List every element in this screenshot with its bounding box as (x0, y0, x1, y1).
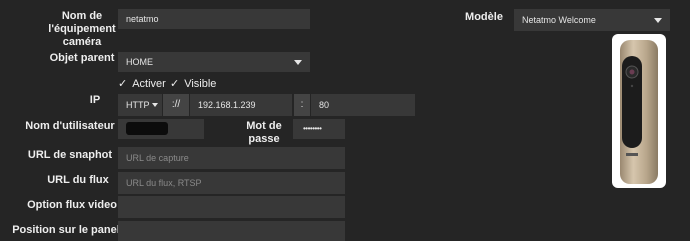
parent-object-label: Objet parent (49, 52, 115, 64)
device-name-label: Nom de l'équipement caméra (48, 10, 116, 48)
redaction-mark (126, 122, 168, 135)
camera-image (612, 34, 666, 188)
check-icon: ✓ (118, 77, 128, 90)
activate-label: Activer (132, 78, 166, 90)
ip-label: IP (89, 94, 101, 106)
ip-protocol-select[interactable]: HTTP (118, 94, 162, 116)
model-select[interactable]: Netatmo Welcome (514, 9, 670, 31)
stream-url-input[interactable]: URL du flux, RTSP (118, 172, 345, 194)
ip-port-input[interactable]: 80 (311, 94, 415, 116)
password-label: Mot de passe (246, 120, 282, 145)
ip-protocol-value: HTTP (126, 100, 150, 110)
chevron-down-icon (294, 60, 302, 65)
device-name-input[interactable]: netatmo (118, 9, 310, 29)
activate-checkbox[interactable]: ✓ Activer (118, 77, 166, 91)
stream-option-input[interactable] (118, 196, 345, 218)
ip-port-separator: : (294, 94, 310, 116)
model-value: Netatmo Welcome (522, 15, 596, 25)
ip-protocol-separator: :// (163, 94, 189, 116)
snapshot-url-input[interactable]: URL de capture (118, 147, 345, 169)
chevron-down-icon (152, 103, 158, 107)
parent-object-value: HOME (126, 57, 153, 67)
panel-position-label: Position sur le panel (12, 224, 120, 236)
snapshot-url-label: URL de snaphot (27, 149, 113, 161)
chevron-down-icon (654, 18, 662, 23)
visible-checkbox[interactable]: ✓ Visible (170, 77, 216, 91)
check-icon: ✓ (170, 77, 180, 90)
username-label: Nom d'utilisateur (25, 120, 115, 132)
visible-label: Visible (184, 78, 217, 90)
stream-option-label: Option flux video (27, 199, 117, 211)
password-input[interactable]: •••••••• (293, 119, 345, 139)
stream-url-label: URL du flux (47, 174, 109, 186)
ip-address-input[interactable]: 192.168.1.239 (190, 94, 292, 116)
parent-object-select[interactable]: HOME (118, 52, 310, 72)
panel-position-input[interactable] (118, 221, 345, 241)
model-label: Modèle (465, 11, 503, 23)
